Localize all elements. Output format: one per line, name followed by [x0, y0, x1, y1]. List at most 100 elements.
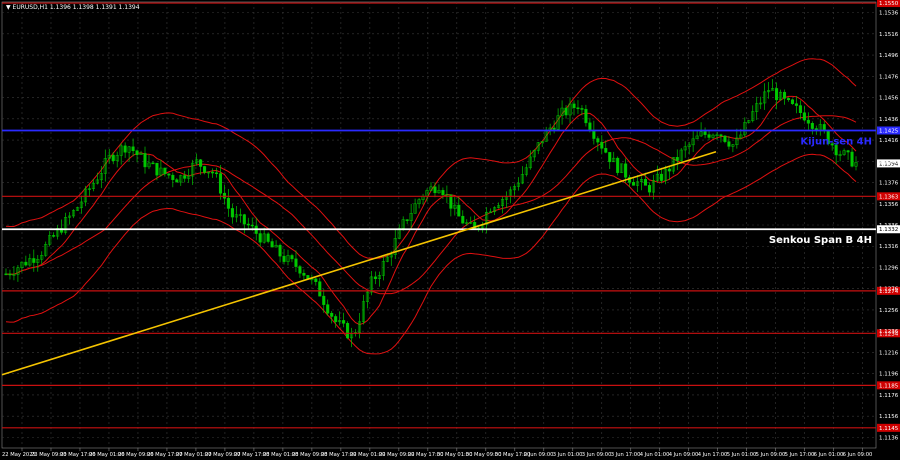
candle-body: [786, 98, 791, 100]
candle-body: [167, 173, 171, 176]
candle-body: [727, 141, 731, 147]
ichimoku-lines: [5, 58, 857, 355]
symbol-info: ▼ EURUSD,H1 1.1396 1.1398 1.1391 1.1394: [6, 4, 140, 11]
candle-body: [647, 185, 651, 193]
candle-body: [588, 122, 592, 131]
y-tick-label: 1.1156: [879, 414, 899, 420]
candle-body: [707, 134, 711, 138]
y-tick-label: 1.1236: [879, 329, 899, 335]
candle-body: [135, 150, 139, 155]
candle-body: [624, 163, 628, 178]
candles: [4, 79, 858, 348]
y-tick-label: 1.1476: [879, 74, 899, 80]
candle-body: [8, 273, 12, 276]
candle-body: [258, 233, 262, 243]
y-tick-label: 1.1176: [879, 393, 899, 399]
y-tick-label: 1.1256: [879, 308, 899, 314]
candle-body: [576, 107, 580, 110]
y-tick-label: 1.1536: [879, 11, 899, 17]
candle-body: [373, 276, 377, 279]
candle-body: [302, 272, 306, 276]
candle-body: [290, 255, 294, 260]
candle-body: [52, 235, 56, 237]
candle-body: [775, 88, 779, 101]
candle-body: [600, 141, 604, 149]
candle-body: [461, 215, 465, 224]
candle-body: [24, 261, 28, 266]
candle-body: [155, 162, 159, 176]
candle-body: [346, 323, 350, 339]
candle-body: [199, 159, 203, 167]
candle-body: [798, 105, 802, 113]
candle-body: [250, 224, 254, 227]
level-price-label: 1.1425: [879, 128, 899, 134]
candle-body: [806, 119, 810, 124]
x-tick-label: 5 Jun 01:00: [727, 452, 757, 458]
candle-body: [604, 148, 608, 153]
candle-body: [294, 258, 298, 267]
candle-body: [151, 162, 155, 165]
x-tick-label: 3 Jun 01:00: [553, 452, 583, 458]
candle-body: [719, 134, 723, 137]
price-axis: 1.1136 1.1156 1.1176 1.1196 1.1216 1.1236 1.12…: [879, 11, 899, 442]
candle-body: [175, 179, 179, 183]
candle-body: [203, 166, 207, 173]
candle-body: [334, 316, 338, 323]
candle-body: [282, 255, 286, 262]
candle-body: [230, 208, 234, 218]
y-tick-label: 1.1436: [879, 117, 899, 123]
candle-body: [318, 281, 322, 297]
candle-body: [330, 312, 334, 317]
y-tick-label: 1.1276: [879, 287, 899, 293]
level-name-label: Kijun-sen 4H: [800, 136, 872, 147]
candle-body: [405, 219, 409, 221]
candle-body: [314, 278, 318, 282]
candle-body: [433, 186, 437, 194]
candle-body: [790, 99, 794, 104]
candle-body: [143, 153, 147, 168]
candle-body: [616, 157, 620, 173]
y-tick-label: 1.1356: [879, 202, 899, 208]
candle-body: [441, 190, 445, 196]
candle-body: [643, 179, 648, 186]
candle-body: [246, 223, 250, 226]
candle-body: [782, 91, 787, 99]
x-tick-label: 5 Jun 09:00: [756, 452, 786, 458]
y-tick-label: 1.1316: [879, 244, 899, 250]
x-tick-label: 5 Jun 17:00: [785, 452, 815, 458]
candle-body: [608, 152, 612, 163]
candle-body: [266, 233, 270, 242]
candle-body: [596, 138, 600, 143]
x-tick-label: 3 Jun 09:00: [582, 452, 612, 458]
x-tick-label: 3 Jun 17:00: [611, 452, 641, 458]
candle-body: [322, 295, 326, 305]
y-tick-label: 1.1336: [879, 223, 899, 229]
level-price-label: 1.1145: [879, 426, 899, 432]
candle-body: [723, 135, 727, 142]
candle-body: [564, 107, 568, 116]
time-axis: 22 May 202523 May 09:0023 May 17:0026 Ma…: [2, 448, 872, 458]
candle-body: [242, 214, 246, 225]
level-name-label: Senkou Span B 4H: [769, 235, 872, 246]
x-tick-label: 4 Jun 09:00: [669, 452, 699, 458]
candle-body: [552, 127, 556, 130]
candle-body: [850, 151, 854, 167]
y-tick-label: 1.1216: [879, 350, 899, 356]
candle-body: [572, 103, 576, 109]
candle-body: [270, 241, 274, 248]
x-tick-label: 2 Jun 09:00: [524, 452, 554, 458]
x-tick-label: 4 Jun 01:00: [640, 452, 670, 458]
y-tick-label: 1.1496: [879, 53, 899, 59]
candle-body: [703, 131, 707, 135]
y-tick-label: 1.1456: [879, 96, 899, 102]
candle-body: [278, 244, 282, 257]
y-tick-label: 1.1376: [879, 181, 899, 187]
candle-body: [810, 123, 814, 129]
candle-body: [123, 145, 127, 153]
candle-body: [457, 204, 461, 217]
candle-body: [111, 154, 115, 162]
price-chart: 1.15501.1425Kijun-sen 4H1.13631.1332Senk…: [1, 0, 900, 458]
x-tick-label: 4 Jun 17:00: [698, 452, 728, 458]
y-tick-label: 1.1516: [879, 32, 899, 38]
candle-body: [675, 157, 679, 161]
